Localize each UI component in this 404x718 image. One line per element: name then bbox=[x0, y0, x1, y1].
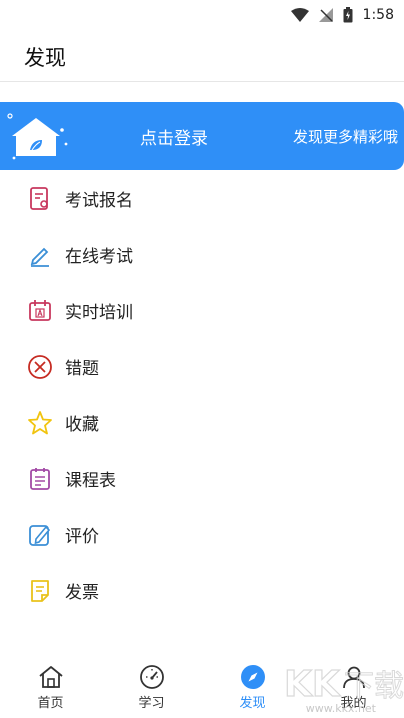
gauge-icon bbox=[139, 664, 165, 690]
edit-icon bbox=[27, 522, 53, 548]
menu-item-review[interactable]: 评价 bbox=[0, 506, 404, 562]
menu-item-label: 考试报名 bbox=[65, 191, 133, 211]
menu-item-wrong-questions[interactable]: 错题 bbox=[0, 338, 404, 394]
menu-item-label: 收藏 bbox=[65, 415, 99, 435]
nav-tab-home[interactable]: 首页 bbox=[0, 650, 101, 718]
compass-icon bbox=[240, 664, 266, 690]
svg-text:下载: 下载 bbox=[344, 669, 404, 704]
nav-tab-study[interactable]: 学习 bbox=[101, 650, 202, 718]
menu-item-online-exam[interactable]: 在线考试 bbox=[0, 226, 404, 282]
menu-item-live-training[interactable]: 实时培训 bbox=[0, 282, 404, 338]
menu-item-favorites[interactable]: 收藏 bbox=[0, 394, 404, 450]
discover-menu: 考试报名 在线考试 实时培训 错题 收藏 课程表 评价 发票 bbox=[0, 170, 404, 618]
schedule-icon bbox=[27, 466, 53, 492]
battery-icon bbox=[343, 7, 353, 23]
menu-item-label: 在线考试 bbox=[65, 247, 133, 267]
menu-item-label: 实时培训 bbox=[65, 303, 133, 323]
menu-item-exam-register[interactable]: 考试报名 bbox=[0, 170, 404, 226]
menu-item-timetable[interactable]: 课程表 bbox=[0, 450, 404, 506]
status-bar: 1:58 bbox=[0, 0, 404, 30]
wifi-icon bbox=[290, 8, 309, 22]
page-title: 发现 bbox=[24, 46, 66, 70]
pen-icon bbox=[27, 242, 53, 268]
nav-label: 学习 bbox=[138, 696, 165, 711]
header: 发现 bbox=[0, 30, 404, 82]
status-time: 1:58 bbox=[362, 7, 394, 23]
nav-label: 首页 bbox=[37, 696, 64, 711]
menu-item-invoice[interactable]: 发票 bbox=[0, 562, 404, 618]
login-banner[interactable]: 点击登录 发现更多精彩哦 bbox=[0, 102, 404, 170]
svg-text:KK: KK bbox=[284, 664, 341, 704]
home-icon bbox=[38, 664, 64, 690]
close-circle-icon bbox=[27, 354, 53, 380]
watermark-text: www.kkx.net bbox=[305, 702, 376, 715]
invoice-icon bbox=[27, 578, 53, 604]
banner-slogan: 发现更多精彩哦 bbox=[292, 128, 398, 146]
login-link[interactable]: 点击登录 bbox=[140, 124, 208, 149]
menu-item-label: 错题 bbox=[65, 359, 99, 379]
house-icon bbox=[6, 110, 68, 168]
calendar-icon bbox=[27, 298, 53, 324]
menu-item-label: 发票 bbox=[65, 583, 99, 603]
exam-register-icon bbox=[27, 186, 53, 212]
no-signal-icon bbox=[318, 8, 333, 22]
menu-item-label: 课程表 bbox=[65, 471, 116, 491]
star-icon bbox=[27, 410, 53, 436]
menu-item-label: 评价 bbox=[65, 527, 99, 547]
